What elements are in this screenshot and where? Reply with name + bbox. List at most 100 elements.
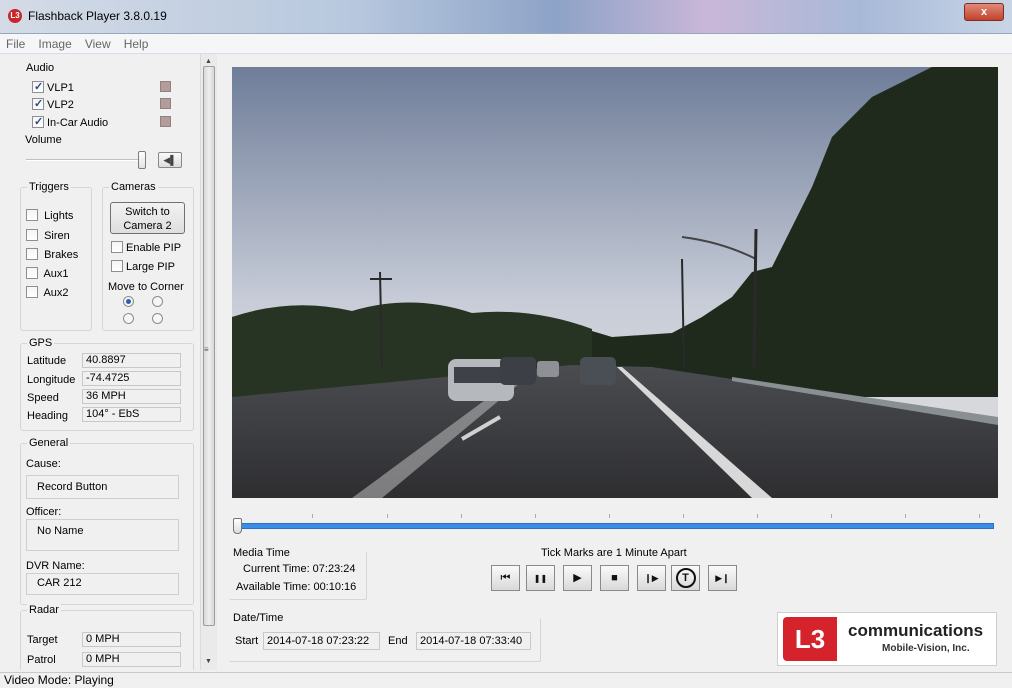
triggers-title: Triggers [27, 181, 71, 193]
target-value: 0 MPH [82, 632, 181, 647]
audio-in-car[interactable]: In-Car Audio [32, 115, 109, 129]
patrol-label: Patrol [27, 654, 56, 666]
timeline-tick [757, 514, 758, 518]
officer-label: Officer: [26, 506, 62, 518]
audio-vlp2[interactable]: VLP2 [32, 97, 74, 111]
longitude-label: Longitude [27, 374, 76, 386]
speed-value: 36 MPH [82, 389, 181, 404]
speed-label: Speed [27, 392, 59, 404]
corner-bottom-right-radio[interactable] [152, 313, 163, 324]
menu-view[interactable]: View [79, 34, 115, 51]
vlp2-checkbox[interactable] [32, 97, 44, 110]
pause-button[interactable]: ❚❚ [526, 565, 555, 591]
current-time: Current Time: 07:23:24 [243, 563, 356, 575]
timeline-tick [905, 514, 906, 518]
audio-vlp1[interactable]: VLP1 [32, 80, 74, 94]
latitude-label: Latitude [27, 355, 67, 367]
corner-bottom-left-radio[interactable] [123, 313, 134, 324]
splitter-grip-icon[interactable]: ≡ [204, 345, 209, 354]
corner-top-left-radio[interactable] [123, 296, 134, 307]
dashcam-scene [232, 67, 998, 498]
skip-to-start-button[interactable]: ⏮ [491, 565, 520, 591]
in-car-audio-checkbox[interactable] [32, 115, 44, 128]
vlp1-level-indicator [160, 81, 171, 92]
latitude-value: 40.8897 [82, 353, 181, 368]
menu-file[interactable]: File [0, 34, 29, 51]
timeline-thumb[interactable] [233, 518, 242, 534]
move-to-corner-label: Move to Corner [108, 281, 184, 293]
menu-image[interactable]: Image [32, 34, 75, 51]
enable-pip-checkbox[interactable] [111, 241, 123, 253]
scroll-down-icon[interactable]: ▼ [205, 658, 212, 665]
timeline-slider[interactable] [232, 508, 998, 538]
available-time: Available Time: 00:10:16 [236, 581, 357, 593]
speaker-icon[interactable]: ◀▌ [158, 152, 182, 168]
longitude-value: -74.4725 [82, 371, 181, 386]
tag-icon: T [675, 568, 696, 588]
date-time-title: Date/Time [233, 612, 284, 624]
timeline-tick [387, 514, 388, 518]
timeline-tick [979, 514, 980, 518]
timeline-tick [683, 514, 684, 518]
logo-name: communications [848, 621, 984, 640]
target-label: Target [27, 634, 58, 646]
vlp2-label: VLP2 [47, 99, 74, 111]
status-bar: Video Mode: Playing [0, 672, 1012, 688]
radar-title: Radar [27, 604, 61, 616]
heading-value: 104° - EbS [82, 407, 181, 422]
skip-start-icon: ⏮ [500, 572, 511, 584]
cause-label: Cause: [26, 458, 61, 470]
skip-to-end-button[interactable]: ▶❙ [708, 565, 737, 591]
l3-communications-logo: L3 communications Mobile-Vision, Inc. [777, 612, 997, 666]
video-frame [232, 67, 998, 498]
officer-value: No Name [26, 519, 179, 551]
trigger-lights: Lights [26, 209, 73, 222]
media-time-title: Media Time [233, 547, 290, 559]
start-label: Start [235, 635, 259, 647]
cameras-title: Cameras [109, 181, 158, 193]
large-pip[interactable]: Large PIP [111, 260, 175, 273]
audio-title: Audio [24, 62, 57, 74]
pause-icon: ❚❚ [533, 574, 548, 583]
trigger-aux1: Aux1 [26, 267, 69, 280]
skip-end-icon: ▶❙ [715, 573, 730, 583]
end-label: End [388, 635, 408, 647]
dvr-name-label: DVR Name: [26, 560, 85, 572]
gps-title: GPS [27, 337, 55, 349]
timeline-tick [312, 514, 313, 518]
heading-label: Heading [27, 410, 68, 422]
trigger-aux2: Aux2 [26, 286, 69, 299]
cause-value: Record Button [26, 475, 179, 499]
play-button[interactable]: ▶ [563, 565, 592, 591]
large-pip-checkbox[interactable] [111, 260, 123, 272]
menu-bar: File Image View Help [0, 34, 1012, 54]
menu-help[interactable]: Help [118, 34, 153, 51]
logo-mark: L3 [783, 617, 837, 661]
in-car-audio-label: In-Car Audio [47, 117, 109, 129]
title-bar: L3 Flashback Player 3.8.0.19 x [0, 0, 1012, 34]
in-car-level-indicator [160, 116, 171, 127]
stop-button[interactable]: ■ [600, 565, 629, 591]
step-forward-button[interactable]: ❙▶ [637, 565, 666, 591]
stop-icon: ■ [611, 572, 618, 584]
switch-camera-button[interactable]: Switch to Camera 2 [110, 202, 185, 234]
vlp1-checkbox[interactable] [32, 80, 44, 93]
close-button[interactable]: x [964, 3, 1004, 21]
left-panel: Audio VLP1 VLP2 In-Car Audio Volume ◀▌ T… [0, 54, 198, 670]
logo-subtitle: Mobile-Vision, Inc. [882, 643, 970, 654]
app-icon: L3 [8, 9, 22, 23]
volume-slider-track[interactable] [26, 159, 142, 161]
enable-pip[interactable]: Enable PIP [111, 241, 181, 254]
volume-slider-thumb[interactable] [138, 151, 146, 169]
vlp2-level-indicator [160, 98, 171, 109]
left-panel-scrollbar[interactable]: ▲ ▼ [200, 54, 217, 670]
volume-label: Volume [25, 134, 62, 146]
trigger-brakes: Brakes [26, 248, 78, 261]
timeline-track[interactable] [238, 523, 994, 529]
vlp1-label: VLP1 [47, 82, 74, 94]
timeline-tick [535, 514, 536, 518]
scroll-up-icon[interactable]: ▲ [205, 58, 212, 65]
corner-top-right-radio[interactable] [152, 296, 163, 307]
tag-button[interactable]: T [671, 565, 700, 591]
step-forward-icon: ❙▶ [644, 573, 659, 583]
